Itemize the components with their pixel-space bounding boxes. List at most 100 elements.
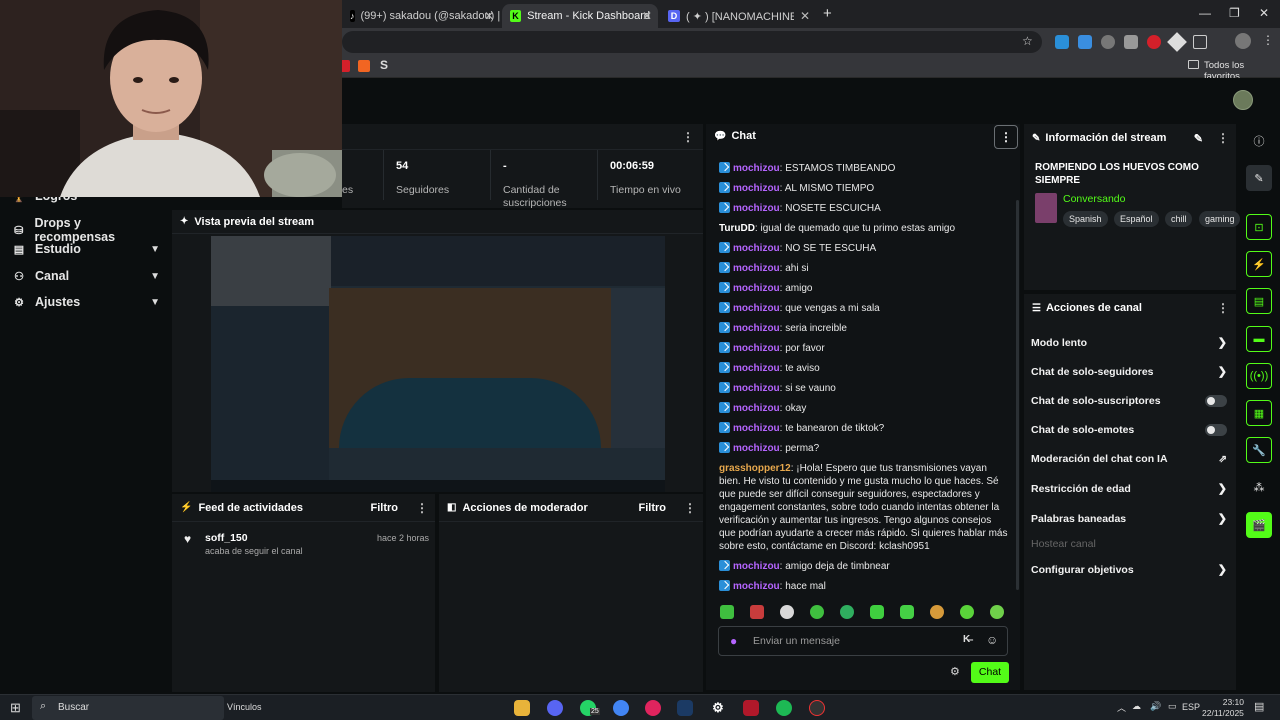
url-field[interactable] bbox=[342, 31, 1042, 53]
action-banned-words[interactable]: Palabras baneadas ❯ bbox=[1031, 512, 1227, 526]
chat-username[interactable]: mochizou bbox=[733, 561, 780, 572]
menu-dots-icon[interactable]: ⋮ bbox=[1217, 131, 1229, 145]
category-link[interactable]: Conversando bbox=[1063, 193, 1125, 205]
file-explorer-icon[interactable] bbox=[514, 700, 530, 716]
network-icon[interactable]: ▭ bbox=[1168, 701, 1177, 712]
document-icon[interactable]: ▤ bbox=[1246, 288, 1272, 314]
menu-dots-icon[interactable]: ⋮ bbox=[1262, 33, 1274, 47]
chat-username[interactable]: mochizou bbox=[733, 343, 780, 354]
emoji-icon[interactable]: ☺ bbox=[986, 633, 998, 647]
tag[interactable]: chill bbox=[1164, 211, 1193, 227]
broadcast-icon[interactable]: ((•)) bbox=[1246, 363, 1272, 389]
chat-username[interactable]: mochizou bbox=[733, 383, 780, 394]
chat-username[interactable]: mochizou bbox=[733, 423, 780, 434]
emote-icon[interactable] bbox=[960, 605, 974, 619]
discord-icon[interactable] bbox=[547, 700, 563, 716]
sidebar-item-estudio[interactable]: ▤ Estudio ▼ bbox=[12, 242, 160, 256]
chat-input[interactable]: ● Enviar un mensaje K̶ ☺ bbox=[718, 626, 1008, 656]
new-tab-button[interactable]: + bbox=[823, 5, 832, 22]
nodes-icon[interactable]: ⁂ bbox=[1246, 474, 1272, 500]
activity-filter-button[interactable]: Filtro bbox=[371, 502, 399, 514]
chat-username[interactable]: mochizou bbox=[733, 443, 780, 454]
wrench-icon[interactable]: 🔧 bbox=[1246, 437, 1272, 463]
activity-user[interactable]: soff_150 bbox=[205, 532, 248, 544]
action-slow-mode[interactable]: Modo lento ❯ bbox=[1031, 336, 1227, 350]
bookmark-icon[interactable] bbox=[358, 60, 370, 72]
subscribers-only-toggle[interactable] bbox=[1205, 395, 1227, 407]
close-window-icon[interactable]: ✕ bbox=[1259, 6, 1269, 20]
chat-settings-gear-icon[interactable]: ⚙ bbox=[950, 665, 960, 678]
tag[interactable]: Español bbox=[1113, 211, 1159, 227]
extension-icon[interactable] bbox=[1078, 35, 1092, 49]
puzzle-icon[interactable] bbox=[1193, 35, 1207, 49]
emotes-only-toggle[interactable] bbox=[1205, 424, 1227, 436]
chat-username[interactable]: mochizou bbox=[733, 403, 780, 414]
chat-username[interactable]: TuruDD bbox=[719, 223, 755, 234]
tag[interactable]: Spanish bbox=[1063, 211, 1108, 227]
cloud-icon[interactable]: ☁ bbox=[1132, 701, 1141, 712]
user-avatar[interactable] bbox=[1233, 90, 1253, 110]
settings-gear-icon[interactable]: ⚙ bbox=[710, 700, 726, 716]
extension-icon[interactable] bbox=[1124, 35, 1138, 49]
emote-icon[interactable] bbox=[840, 605, 854, 619]
menu-dots-icon[interactable]: ⋮ bbox=[416, 501, 428, 515]
stream-preview-video[interactable] bbox=[211, 236, 665, 492]
clock-time[interactable]: 23:10 bbox=[1212, 697, 1244, 707]
pencil-icon[interactable]: ✎ bbox=[1194, 132, 1203, 145]
chat-username[interactable]: mochizou bbox=[733, 203, 780, 214]
language-indicator[interactable]: ESP bbox=[1182, 702, 1200, 712]
emote-icon[interactable] bbox=[870, 605, 884, 619]
chat-menu-button[interactable]: ⋮ bbox=[994, 125, 1018, 149]
action-age-restriction[interactable]: Restricción de edad ❯ bbox=[1031, 482, 1227, 496]
clapper-icon[interactable]: 🎬 bbox=[1246, 512, 1272, 538]
app-icon[interactable] bbox=[743, 700, 759, 716]
chrome-icon[interactable] bbox=[613, 700, 629, 716]
tab-discord[interactable]: D ( ✦ ) [NANOMACHINES] juego ✕ bbox=[660, 4, 816, 28]
close-icon[interactable]: ✕ bbox=[484, 9, 494, 23]
windows-start-icon[interactable]: ⊞ bbox=[10, 700, 21, 716]
moderator-filter-button[interactable]: Filtro bbox=[639, 502, 667, 514]
chat-bubble-icon[interactable]: ▬ bbox=[1246, 326, 1272, 352]
edit-stream-icon[interactable]: ✎ bbox=[1246, 165, 1272, 191]
extension-icon[interactable] bbox=[1101, 35, 1115, 49]
minimize-icon[interactable]: — bbox=[1199, 6, 1211, 20]
info-icon[interactable]: ⓘ bbox=[1246, 128, 1272, 154]
emote-icon[interactable] bbox=[810, 605, 824, 619]
clock-date[interactable]: 22/11/2025 bbox=[1202, 708, 1244, 718]
emote-icon[interactable] bbox=[990, 605, 1004, 619]
layout-icon[interactable]: ▦ bbox=[1246, 400, 1272, 426]
chat-username[interactable]: grasshopper12 bbox=[719, 463, 791, 474]
obs-icon[interactable] bbox=[809, 700, 825, 716]
media-player-icon[interactable] bbox=[645, 700, 661, 716]
chat-send-button[interactable]: Chat bbox=[971, 662, 1009, 683]
chat-username[interactable]: mochizou bbox=[733, 303, 780, 314]
extension-icon[interactable] bbox=[1055, 35, 1069, 49]
chat-username[interactable]: mochizou bbox=[733, 581, 780, 592]
emote-icon[interactable] bbox=[900, 605, 914, 619]
extension-icon[interactable] bbox=[1147, 35, 1161, 49]
target-icon[interactable]: ⊡ bbox=[1246, 214, 1272, 240]
extension-icon[interactable] bbox=[1167, 32, 1187, 52]
chat-username[interactable]: mochizou bbox=[733, 363, 780, 374]
chat-username[interactable]: mochizou bbox=[733, 323, 780, 334]
chat-scrollbar[interactable] bbox=[1016, 200, 1019, 590]
bolt-icon[interactable]: ⚡ bbox=[1246, 251, 1272, 277]
menu-dots-icon[interactable]: ⋮ bbox=[684, 501, 696, 515]
tab-tiktok[interactable]: ♪ (99+) sakadou (@sakadou) | Tik ✕ bbox=[342, 4, 500, 28]
tag[interactable]: gaming bbox=[1198, 211, 1241, 227]
emote-icon[interactable] bbox=[720, 605, 734, 619]
emote-icon[interactable] bbox=[930, 605, 944, 619]
bookmark-icon[interactable]: S bbox=[380, 58, 388, 72]
restore-icon[interactable]: ❐ bbox=[1229, 6, 1240, 20]
action-ai-moderation[interactable]: Moderación del chat con IA ⇗ bbox=[1031, 453, 1227, 465]
speaker-icon[interactable]: 🔊 bbox=[1150, 701, 1161, 712]
chat-username[interactable]: mochizou bbox=[733, 183, 780, 194]
chevron-up-icon[interactable]: ︿ bbox=[1117, 701, 1126, 714]
close-icon[interactable]: ✕ bbox=[642, 9, 652, 23]
notification-icon[interactable]: ▤ bbox=[1254, 700, 1264, 713]
spotify-icon[interactable] bbox=[776, 700, 792, 716]
menu-dots-icon[interactable]: ⋮ bbox=[682, 130, 694, 144]
chat-username[interactable]: mochizou bbox=[733, 263, 780, 274]
close-icon[interactable]: ✕ bbox=[800, 9, 810, 23]
taskbar-links[interactable]: Vínculos bbox=[227, 702, 262, 712]
